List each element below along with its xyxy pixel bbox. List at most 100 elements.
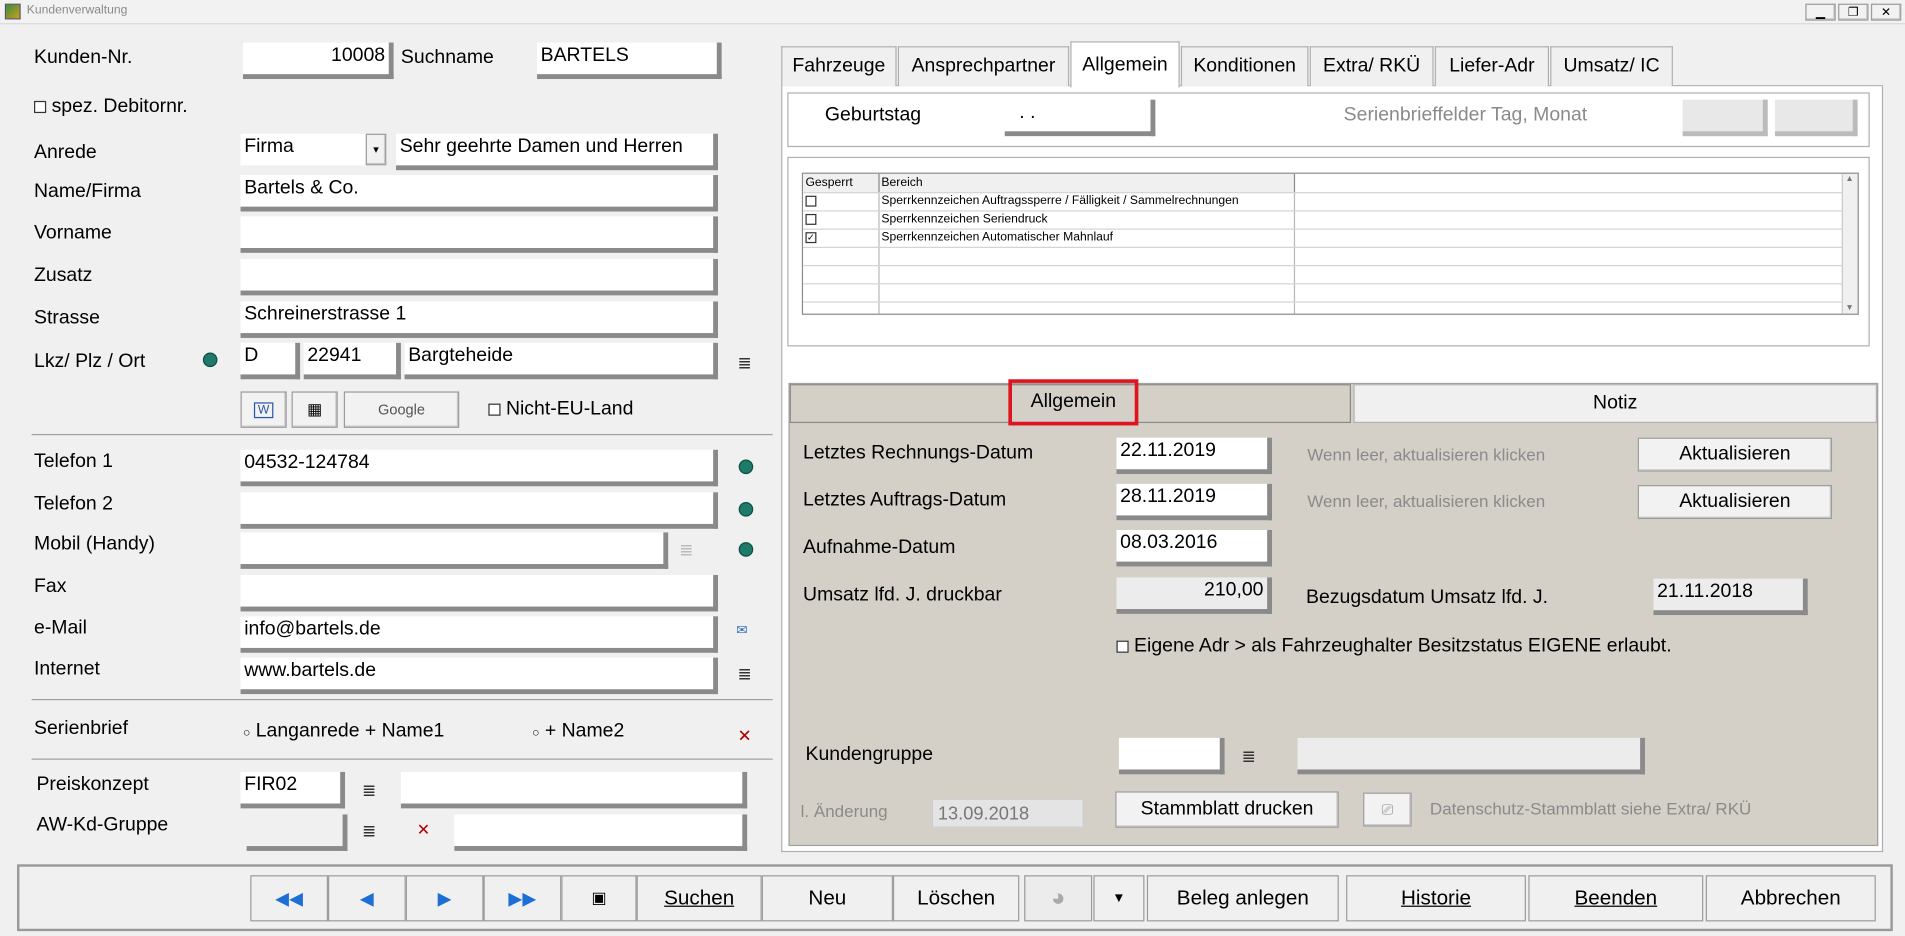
- kundengruppe-field[interactable]: [1118, 737, 1225, 775]
- zusatz-field[interactable]: [240, 258, 719, 296]
- anrede-select[interactable]: Firma: [240, 133, 387, 166]
- gesperrt-checkbox[interactable]: [805, 213, 817, 225]
- grid-scrollbar[interactable]: ▲ ▼: [1841, 173, 1858, 314]
- google-button[interactable]: Google: [343, 391, 460, 428]
- plz-field[interactable]: 22941: [303, 342, 401, 380]
- historie-button[interactable]: Historie: [1346, 875, 1526, 922]
- abbrechen-button[interactable]: Abbrechen: [1705, 875, 1876, 922]
- internet-list-icon[interactable]: ≣: [737, 665, 751, 682]
- beleg-anlegen-button[interactable]: Beleg anlegen: [1146, 875, 1339, 922]
- name-firma-field[interactable]: Bartels & Co.: [240, 175, 719, 212]
- tab-ansprechpartner[interactable]: Ansprechpartner: [897, 46, 1070, 87]
- aufnahme-field[interactable]: 08.03.2016: [1116, 530, 1273, 567]
- gesperrt-checkbox-cell[interactable]: [803, 192, 879, 211]
- word-button[interactable]: W: [240, 391, 287, 428]
- tab-extra-rku[interactable]: Extra/ RKÜ: [1309, 46, 1434, 87]
- preiskonzept-desc-field[interactable]: [400, 771, 748, 809]
- table-row[interactable]: Sperrkennzeichen Seriendruck: [803, 210, 1844, 230]
- restore-button[interactable]: ❐: [1838, 3, 1869, 21]
- neu-button[interactable]: Neu: [761, 875, 893, 922]
- aw-kd-desc-field[interactable]: [454, 814, 748, 851]
- strasse-field[interactable]: Schreinerstrasse 1: [240, 301, 719, 338]
- email-field[interactable]: info@bartels.de: [240, 616, 719, 653]
- lkz-field[interactable]: D: [240, 342, 301, 380]
- aw-kd-gruppe-field[interactable]: [246, 814, 348, 851]
- gesperrt-checkbox[interactable]: [805, 195, 817, 207]
- empty-cell: [1293, 265, 1844, 284]
- save-button[interactable]: ▣: [561, 875, 637, 922]
- nicht-eu-check[interactable]: [488, 403, 501, 416]
- telefon2-field[interactable]: [240, 492, 719, 529]
- more-dropdown-button[interactable]: ▼: [1093, 875, 1145, 922]
- beenden-button[interactable]: Beenden: [1528, 875, 1704, 922]
- phone-globe-icon[interactable]: [738, 459, 754, 475]
- globe-icon[interactable]: [202, 352, 218, 368]
- serienbrief-radio-1[interactable]: ○ Langanrede + Name1: [243, 721, 444, 743]
- gesperrt-checkbox-checked[interactable]: ✓: [805, 232, 817, 243]
- next-record-button[interactable]: ▶: [405, 875, 484, 922]
- first-record-button[interactable]: ◀◀: [250, 875, 329, 922]
- previous-record-button[interactable]: ◀: [328, 875, 406, 922]
- stammblatt-drucken-button[interactable]: Stammblatt drucken: [1115, 791, 1339, 828]
- gesperrt-checkbox-cell[interactable]: ✓: [803, 228, 879, 248]
- suchen-button[interactable]: Suchen: [636, 875, 762, 922]
- anrede-text-field[interactable]: Sehr geehrte Damen und Herren: [396, 133, 719, 171]
- serienbrief-tag-field[interactable]: [1682, 99, 1768, 137]
- tab-umsatz-ic[interactable]: Umsatz/ IC: [1550, 46, 1673, 87]
- suchname-field[interactable]: BARTELS: [536, 42, 722, 80]
- aktualisieren-rechnung-button[interactable]: Aktualisieren: [1637, 437, 1833, 472]
- vorname-field[interactable]: [240, 216, 719, 253]
- tab-fahrzeuge[interactable]: Fahrzeuge: [781, 46, 897, 87]
- bezugsdatum-field[interactable]: 21.11.2018: [1653, 578, 1808, 616]
- letzte-rechnung-field[interactable]: 22.11.2019: [1116, 437, 1273, 475]
- tab-allgemein[interactable]: Allgemein: [1070, 41, 1180, 88]
- last-record-button[interactable]: ▶▶: [483, 875, 562, 922]
- aw-kd-clear-icon[interactable]: ✕: [417, 822, 430, 838]
- subtab-notiz[interactable]: Notiz: [1353, 384, 1878, 424]
- send-email-icon[interactable]: ✉: [736, 624, 747, 638]
- scroll-down-icon[interactable]: ▼: [1845, 304, 1853, 313]
- telefon1-field[interactable]: 04532-124784: [240, 449, 719, 487]
- subtab-allgemein-highlight[interactable]: Allgemein: [1008, 379, 1139, 426]
- letzter-auftrag-field[interactable]: 28.11.2019: [1116, 483, 1273, 521]
- serienbrief-monat-field[interactable]: [1774, 99, 1858, 137]
- mobil-list-icon[interactable]: ≣: [679, 541, 693, 558]
- geburtstag-field[interactable]: . .: [1004, 99, 1156, 137]
- table-row[interactable]: Sperrkennzeichen Auftragssperre / Fällig…: [803, 192, 1844, 211]
- serienbrief-radio-2[interactable]: ○ + Name2: [532, 721, 624, 743]
- calculator-button[interactable]: ▦: [291, 391, 338, 428]
- table-row[interactable]: ✓ Sperrkennzeichen Automatischer Mahnlau…: [803, 228, 1844, 248]
- mobil-globe-icon[interactable]: [738, 542, 754, 557]
- spez-debitor-checkbox[interactable]: spez. Debitornr.: [34, 96, 188, 118]
- minimize-button[interactable]: ▁: [1805, 3, 1836, 21]
- aktualisieren-auftrag-button[interactable]: Aktualisieren: [1637, 485, 1833, 520]
- image-button[interactable]: ◕: [1024, 875, 1093, 922]
- aw-kd-list-icon[interactable]: ≣: [362, 822, 376, 839]
- nicht-eu-checkbox[interactable]: Nicht-EU-Land: [488, 399, 633, 421]
- kundengruppe-list-icon[interactable]: ≣: [1242, 748, 1256, 765]
- internet-field[interactable]: www.bartels.de: [240, 657, 719, 695]
- radio-icon[interactable]: ○: [532, 727, 539, 740]
- anrede-dropdown-button[interactable]: ▾: [365, 133, 387, 166]
- kunden-nr-field[interactable]: 10008: [242, 42, 394, 80]
- close-button[interactable]: ✕: [1870, 3, 1902, 21]
- preiskonzept-field[interactable]: FIR02: [240, 771, 346, 809]
- loeschen-button[interactable]: Löschen: [892, 875, 1020, 922]
- phone2-globe-icon[interactable]: [738, 502, 754, 517]
- sperr-table: Gesperrt Bereich Sperrkennzeichen Auftra…: [803, 173, 1844, 314]
- eigene-adr-check[interactable]: [1116, 640, 1129, 653]
- eigene-adr-checkbox[interactable]: Eigene Adr > als Fahrzeughalter Besitzst…: [1116, 636, 1672, 658]
- datenschutz-button[interactable]: ⎚: [1363, 792, 1412, 827]
- tab-konditionen[interactable]: Konditionen: [1180, 46, 1309, 87]
- spez-debitor-check[interactable]: [34, 100, 47, 113]
- tab-liefer-adr[interactable]: Liefer-Adr: [1434, 46, 1549, 87]
- gesperrt-checkbox-cell[interactable]: [803, 210, 879, 230]
- ort-field[interactable]: Bargteheide: [404, 342, 719, 380]
- clear-x-icon[interactable]: ✕: [737, 727, 751, 744]
- fax-field[interactable]: [240, 574, 719, 612]
- ort-list-icon[interactable]: ≣: [737, 354, 751, 371]
- radio-icon[interactable]: ○: [243, 727, 250, 740]
- mobil-field[interactable]: [240, 532, 669, 569]
- scroll-up-icon[interactable]: ▲: [1845, 175, 1853, 184]
- preiskonzept-list-icon[interactable]: ≣: [362, 782, 376, 799]
